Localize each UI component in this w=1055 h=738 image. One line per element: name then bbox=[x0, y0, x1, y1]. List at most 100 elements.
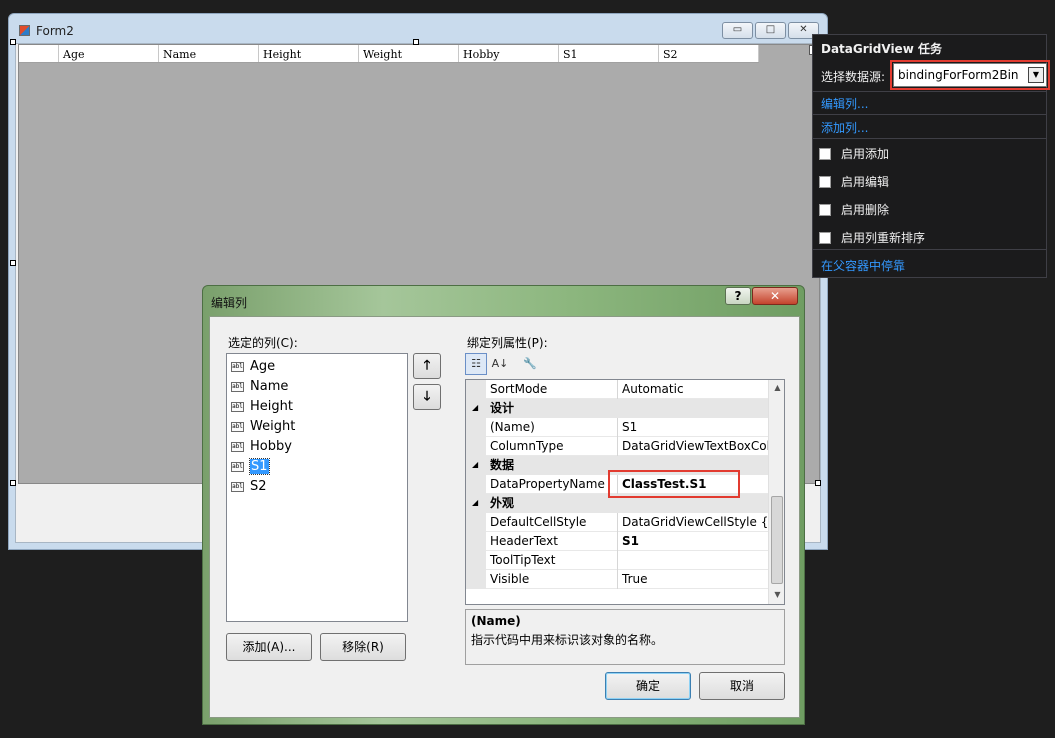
grid-col-s2[interactable]: S2 bbox=[659, 45, 759, 62]
property-description-panel: (Name) 指示代码中用来标识该对象的名称。 bbox=[465, 609, 785, 665]
datasource-label: 选择数据源: bbox=[821, 70, 886, 84]
add-button[interactable]: 添加(A)... bbox=[226, 633, 312, 661]
grid-corner-cell[interactable] bbox=[19, 45, 59, 62]
minimize-button[interactable]: ▭ bbox=[722, 22, 753, 39]
enable-edit-checkbox[interactable]: 启用编辑 bbox=[819, 173, 889, 190]
textbox-column-icon: abl bbox=[231, 381, 244, 392]
collapse-triangle-icon[interactable]: ◢ bbox=[472, 456, 478, 474]
prop-value[interactable]: DataGridViewCellStyle { } bbox=[619, 513, 768, 532]
collapse-triangle-icon[interactable]: ◢ bbox=[472, 494, 478, 512]
list-item[interactable]: abl Age bbox=[231, 359, 275, 374]
category-label: 外观 bbox=[490, 496, 515, 510]
prop-value[interactable]: S1 bbox=[619, 418, 768, 437]
prop-value[interactable]: S1 bbox=[619, 532, 768, 551]
resize-handle-bottom-left[interactable] bbox=[10, 480, 16, 486]
dialog-close-button[interactable]: ✕ bbox=[752, 287, 798, 305]
move-down-button[interactable]: 🡓 bbox=[413, 384, 441, 410]
enable-column-reorder-checkbox[interactable]: 启用列重新排序 bbox=[819, 229, 925, 246]
prop-value[interactable]: True bbox=[619, 570, 768, 589]
prop-row-name[interactable]: (Name) S1 bbox=[466, 418, 768, 437]
add-column-link[interactable]: 添加列... bbox=[821, 119, 868, 136]
cancel-button[interactable]: 取消 bbox=[699, 672, 785, 700]
checkbox-box[interactable] bbox=[819, 231, 831, 244]
category-label: 设计 bbox=[490, 401, 515, 415]
maximize-button[interactable]: □ bbox=[755, 22, 786, 39]
edit-columns-link[interactable]: 编辑列... bbox=[821, 95, 868, 112]
prop-name: ToolTipText bbox=[466, 551, 618, 570]
dialog-title: 编辑列 bbox=[211, 296, 248, 310]
grid-col-height[interactable]: Height bbox=[259, 45, 359, 62]
dialog-client-area: 选定的列(C): abl Age abl Name abl Height abl Wei… bbox=[209, 316, 800, 718]
grid-header-row: Age Name Height Weight Hobby S1 S2 bbox=[19, 45, 759, 63]
prop-name: HeaderText bbox=[466, 532, 618, 551]
textbox-column-icon: abl bbox=[231, 361, 244, 372]
prop-row-headertext[interactable]: HeaderText S1 bbox=[466, 532, 768, 551]
property-grid-scrollbar[interactable]: ▲ ▼ bbox=[768, 380, 784, 604]
arrow-down-icon: 🡓 bbox=[423, 389, 431, 404]
help-button[interactable]: ? bbox=[725, 287, 751, 305]
annotation-highlight-box bbox=[608, 470, 740, 498]
move-up-button[interactable]: 🡑 bbox=[413, 353, 441, 379]
form2-caption-buttons: ▭ □ ✕ bbox=[722, 22, 819, 39]
resize-handle-bottom-right[interactable] bbox=[815, 480, 821, 486]
resize-handle-top[interactable] bbox=[413, 39, 419, 45]
form2-title: Form2 bbox=[36, 24, 74, 38]
scroll-thumb[interactable] bbox=[771, 496, 783, 584]
list-item[interactable]: abl Name bbox=[231, 379, 288, 394]
prop-row-visible[interactable]: Visible True bbox=[466, 570, 768, 589]
resize-handle-top-left[interactable] bbox=[10, 39, 16, 45]
checkbox-box[interactable] bbox=[819, 147, 831, 160]
dock-in-parent-link[interactable]: 在父容器中停靠 bbox=[821, 257, 905, 274]
dialog-caption-buttons: ? ✕ bbox=[725, 287, 798, 305]
categorized-view-icon[interactable]: ☷ bbox=[465, 353, 487, 375]
remove-button[interactable]: 移除(R) bbox=[320, 633, 406, 661]
list-item[interactable]: abl S2 bbox=[231, 479, 267, 494]
list-item[interactable]: abl Weight bbox=[231, 419, 295, 434]
selected-columns-list[interactable]: abl Age abl Name abl Height abl Weight abl Ho… bbox=[226, 353, 408, 622]
prop-name: ColumnType bbox=[466, 437, 618, 456]
grid-col-hobby[interactable]: Hobby bbox=[459, 45, 559, 62]
resize-handle-left[interactable] bbox=[10, 260, 16, 266]
grid-col-age[interactable]: Age bbox=[59, 45, 159, 62]
checkbox-label: 启用删除 bbox=[841, 203, 890, 217]
tasks-divider bbox=[813, 138, 1046, 139]
checkbox-label: 启用编辑 bbox=[841, 175, 890, 189]
prop-row-tooltiptext[interactable]: ToolTipText bbox=[466, 551, 768, 570]
prop-row-sortmode[interactable]: SortMode Automatic bbox=[466, 380, 768, 399]
alphabetical-sort-icon[interactable]: A↓ bbox=[489, 353, 511, 375]
prop-name: (Name) bbox=[466, 418, 618, 437]
textbox-column-icon: abl bbox=[231, 461, 244, 472]
grid-col-name[interactable]: Name bbox=[159, 45, 259, 62]
grid-col-weight[interactable]: Weight bbox=[359, 45, 459, 62]
list-item[interactable]: abl Hobby bbox=[231, 439, 292, 454]
checkbox-box[interactable] bbox=[819, 175, 831, 188]
chevron-down-icon[interactable]: ▼ bbox=[1028, 67, 1044, 83]
prop-name: Visible bbox=[466, 570, 618, 589]
collapse-triangle-icon[interactable]: ◢ bbox=[472, 399, 478, 417]
checkbox-box[interactable] bbox=[819, 203, 831, 216]
datasource-combobox[interactable]: bindingForForm2Bin ▼ bbox=[890, 60, 1050, 90]
property-pages-icon[interactable]: 🔧 bbox=[519, 353, 541, 375]
prop-value[interactable]: DataGridViewTextBoxColu bbox=[619, 437, 768, 456]
selected-columns-label: 选定的列(C): bbox=[228, 336, 298, 350]
scroll-down-icon[interactable]: ▼ bbox=[769, 587, 784, 603]
enable-delete-checkbox[interactable]: 启用删除 bbox=[819, 201, 889, 218]
grid-col-s1[interactable]: S1 bbox=[559, 45, 659, 62]
arrow-up-icon: 🡑 bbox=[423, 358, 431, 373]
form-icon bbox=[19, 25, 30, 36]
ok-button[interactable]: 确定 bbox=[605, 672, 691, 700]
prop-row-defaultcellstyle[interactable]: DefaultCellStyle DataGridViewCellStyle {… bbox=[466, 513, 768, 532]
prop-value[interactable]: Automatic bbox=[619, 380, 768, 399]
enable-add-checkbox[interactable]: 启用添加 bbox=[819, 145, 889, 162]
list-item[interactable]: abl Height bbox=[231, 399, 293, 414]
prop-row-columntype[interactable]: ColumnType DataGridViewTextBoxColu bbox=[466, 437, 768, 456]
prop-value[interactable] bbox=[619, 551, 768, 570]
category-design[interactable]: ◢ 设计 bbox=[466, 399, 768, 418]
textbox-column-icon: abl bbox=[231, 421, 244, 432]
tasks-title: DataGridView 任务 bbox=[821, 42, 942, 56]
tasks-divider bbox=[813, 91, 1046, 92]
bound-column-properties-label: 绑定列属性(P): bbox=[467, 336, 548, 350]
scroll-up-icon[interactable]: ▲ bbox=[769, 380, 784, 396]
list-item-selected[interactable]: abl S1 bbox=[231, 458, 270, 475]
category-label: 数据 bbox=[490, 458, 515, 472]
